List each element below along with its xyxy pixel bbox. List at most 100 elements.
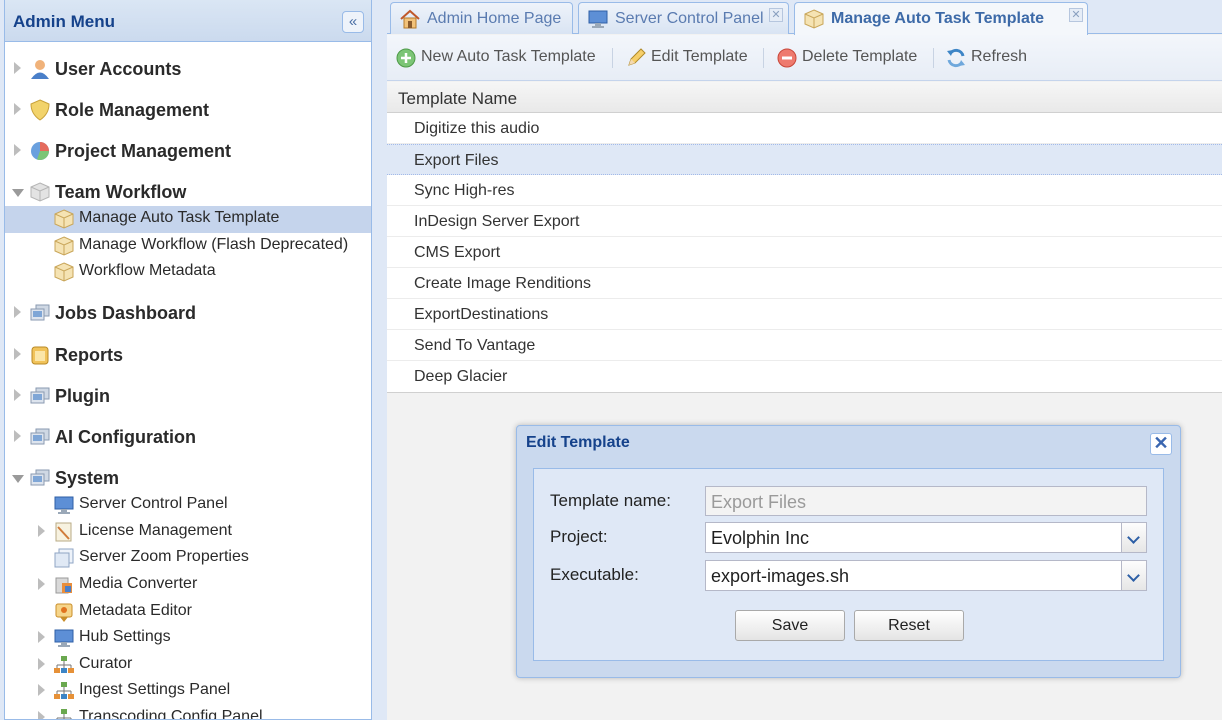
expand-arrow-icon[interactable] [14,306,21,318]
dialog-form: Template name: Export Files Project: Evo… [533,468,1164,661]
column-header-template-name[interactable]: Template Name [387,82,1222,113]
sidebar-item-plugin[interactable]: Plugin [5,383,371,410]
table-row[interactable]: Send To Vantage [387,330,1222,361]
sidebar-item-label: Jobs Dashboard [55,303,197,323]
sidebar-item-ai-configuration[interactable]: AI Configuration [5,424,371,451]
sidebar-item-media-converter[interactable]: Media Converter [5,572,371,599]
tab-admin-home-page[interactable]: Admin Home Page [390,2,573,34]
sidebar-item-workflow-metadata[interactable]: Workflow Metadata [5,259,371,286]
sidebar-item-license-management[interactable]: License Management [5,519,371,546]
refresh-icon [947,48,965,68]
sidebar-item-reports[interactable]: Reports [5,342,371,369]
sidebar-item-label: Manage Auto Task Template [79,209,280,226]
template-name-field[interactable]: Export Files [705,486,1147,516]
executable-select[interactable]: export-images.sh [705,560,1147,591]
expand-arrow-icon[interactable] [38,684,45,696]
delete-template-button[interactable]: Delete Template [776,46,926,70]
sidebar-item-label: Reports [55,345,124,365]
home-icon [400,9,420,29]
sidebar-item-manage-auto-task-template[interactable]: Manage Auto Task Template [5,206,371,233]
row-cell: Sync High-res [414,182,515,199]
computer-icon [30,304,50,321]
expand-arrow-icon[interactable] [38,578,45,590]
expand-arrow-icon[interactable] [38,711,45,719]
reports-icon [31,346,49,365]
tab-server-control-panel[interactable]: Server Control Panel ✕ [578,2,789,34]
sidebar-item-transcoding-config-panel[interactable]: Transcoding Config Panel [5,705,371,719]
table-row-selected[interactable]: Export Files [387,144,1222,175]
network-icon [54,682,74,699]
project-select[interactable]: Evolphin Inc [705,522,1147,553]
sidebar-item-label: Curator [79,655,133,672]
add-icon [396,48,416,68]
table-row[interactable]: InDesign Server Export [387,206,1222,237]
sidebar-item-server-control-panel[interactable]: Server Control Panel [5,492,371,519]
toolbar-separator [612,48,613,68]
dialog-title: Edit Template [526,434,630,451]
sidebar-item-system[interactable]: System [5,465,371,492]
computer-icon [30,469,50,486]
template-name-label: Template name: [550,491,671,510]
sidebar-item-metadata-editor[interactable]: Metadata Editor [5,599,371,626]
sidebar-item-label: Media Converter [79,575,198,592]
refresh-button[interactable]: Refresh [945,46,1035,70]
expand-arrow-icon[interactable] [14,430,21,442]
sidebar-item-label: System [55,468,120,488]
expand-arrow-icon[interactable] [38,658,45,670]
shield-icon [30,99,50,121]
tab-bar: Admin Home Page Server Control Panel ✕ M… [387,0,1222,35]
sidebar-item-server-zoom-properties[interactable]: Server Zoom Properties [5,545,371,572]
new-auto-task-template-button[interactable]: New Auto Task Template [395,46,605,70]
save-button[interactable]: Save [735,610,845,641]
collapse-panel-button[interactable]: « [342,11,364,33]
network-icon [56,709,72,719]
sidebar-item-role-management[interactable]: Role Management [5,97,371,124]
table-row[interactable]: Deep Glacier [387,361,1222,392]
toolbar-separator [763,48,764,68]
sidebar-item-label: Manage Workflow (Flash Deprecated) [79,236,349,253]
sidebar-item-jobs-dashboard[interactable]: Jobs Dashboard [5,300,371,327]
tab-close-icon[interactable]: ✕ [1069,8,1083,22]
admin-menu-panel: Admin Menu « User Accounts Role Manageme… [4,0,372,720]
tab-close-icon[interactable]: ✕ [769,8,783,22]
pie-chart-icon [31,142,50,161]
sidebar-item-team-workflow[interactable]: Team Workflow [5,179,371,206]
expand-arrow-icon[interactable] [14,103,21,115]
sidebar-item-hub-settings[interactable]: Hub Settings [5,625,371,652]
admin-menu-header: Admin Menu « [5,0,371,42]
expand-arrow-icon[interactable] [14,348,21,360]
table-row[interactable]: Digitize this audio [387,113,1222,144]
sidebar-item-manage-workflow[interactable]: Manage Workflow (Flash Deprecated) [5,233,371,260]
sidebar-item-label: Project Management [55,141,232,161]
box-icon [54,236,74,256]
sidebar-item-user-accounts[interactable]: User Accounts [5,56,371,83]
row-cell: Create Image Renditions [414,275,591,292]
sidebar-item-project-management[interactable]: Project Management [5,138,371,165]
edit-template-button[interactable]: Edit Template [625,46,755,70]
expand-arrow-icon[interactable] [14,389,21,401]
table-row[interactable]: CMS Export [387,237,1222,268]
project-value: Evolphin Inc [711,528,810,548]
sidebar-item-ingest-settings-panel[interactable]: Ingest Settings Panel [5,678,371,705]
reset-button[interactable]: Reset [854,610,964,641]
button-label: New Auto Task Template [421,48,596,65]
chevron-down-icon[interactable] [1121,560,1147,591]
table-row[interactable]: Create Image Renditions [387,268,1222,299]
collapse-arrow-icon[interactable] [12,475,24,483]
tab-manage-auto-task-template[interactable]: Manage Auto Task Template ✕ [794,2,1088,35]
expand-arrow-icon[interactable] [38,631,45,643]
toolbar: New Auto Task Template Edit Template Del… [387,35,1222,81]
collapse-arrow-icon[interactable] [12,189,24,197]
expand-arrow-icon[interactable] [14,62,21,74]
button-label: Edit Template [651,48,748,65]
chevron-down-icon[interactable] [1121,522,1147,553]
close-icon[interactable]: ✕ [1150,433,1172,455]
table-row[interactable]: ExportDestinations [387,299,1222,330]
button-label: Delete Template [802,48,918,65]
box-icon [54,262,74,282]
table-row[interactable]: Sync High-res [387,175,1222,206]
toolbar-separator [933,48,934,68]
sidebar-item-curator[interactable]: Curator [5,652,371,679]
expand-arrow-icon[interactable] [14,144,21,156]
expand-arrow-icon[interactable] [38,525,45,537]
